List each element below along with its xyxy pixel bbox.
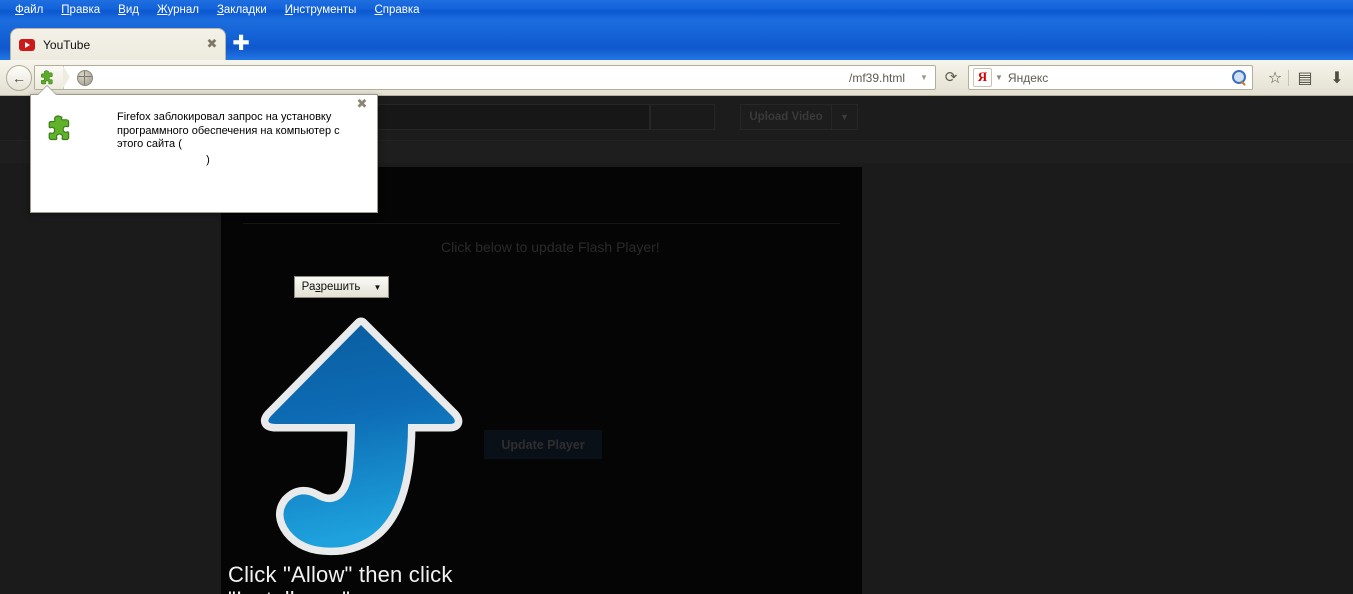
menu-edit[interactable]: Правка bbox=[52, 3, 109, 17]
menu-file-accel: Ф bbox=[15, 4, 24, 16]
browser-window: Файл Правка Вид Журнал Закладки Инструме… bbox=[0, 0, 1353, 594]
close-icon[interactable]: ✖ bbox=[355, 98, 369, 112]
menu-tools-accel: И bbox=[284, 4, 293, 16]
url-bar[interactable]: /mf39.html ▼ bbox=[34, 65, 936, 90]
video-player-area: ...ashed... Click below to update Flash … bbox=[221, 167, 862, 594]
menu-bar: Файл Правка Вид Журнал Закладки Инструме… bbox=[0, 0, 1353, 20]
notification-message: Firefox заблокировал запрос на установку… bbox=[117, 111, 365, 167]
menu-help-accel: С bbox=[374, 4, 383, 16]
navigation-toolbar: ← /mf39.html ▼ ⟳ Я ▼ Яндекс ☆ ▤ ⬇ bbox=[0, 60, 1353, 96]
chevron-down-icon[interactable]: ▼ bbox=[832, 104, 858, 130]
new-tab-button[interactable]: ✚ bbox=[230, 33, 252, 56]
addon-install-notification: ✖ Firefox заблокировал запрос на установ… bbox=[30, 94, 389, 298]
menu-file-rest: айл bbox=[23, 4, 44, 16]
menu-view-rest: ид bbox=[125, 4, 139, 16]
reload-icon: ⟳ bbox=[944, 69, 958, 86]
back-button[interactable]: ← bbox=[6, 65, 32, 91]
allow-suffix: решить bbox=[320, 281, 361, 293]
upload-video-button[interactable]: Upload Video bbox=[740, 104, 832, 130]
chevron-down-icon[interactable]: ▼ bbox=[913, 73, 935, 82]
menu-tools[interactable]: Инструменты bbox=[276, 3, 366, 17]
allow-prefix: Ра bbox=[301, 281, 316, 293]
youtube-favicon-icon bbox=[19, 38, 35, 51]
toolbar-separator bbox=[1288, 70, 1289, 86]
menu-edit-rest: равка bbox=[69, 4, 101, 16]
doorhanger-pointer bbox=[38, 86, 56, 95]
up-arrow-icon bbox=[256, 317, 466, 562]
puzzle-piece-icon bbox=[43, 113, 79, 145]
menu-help[interactable]: Справка bbox=[365, 3, 428, 17]
reader-list-icon[interactable]: ▤ bbox=[1293, 66, 1317, 90]
instruction-primary: Click "Allow" then click"Install now" bbox=[228, 562, 453, 594]
allow-button[interactable]: Ра з решить bbox=[294, 276, 368, 298]
notification-message-tail: ) bbox=[206, 153, 210, 166]
url-text: /mf39.html bbox=[848, 70, 905, 85]
puzzle-piece-icon bbox=[39, 69, 57, 87]
menu-bookmarks-rest: акладки bbox=[223, 4, 267, 16]
menu-bookmarks-accel: З bbox=[216, 4, 224, 16]
yandex-logo-icon[interactable]: Я bbox=[973, 68, 992, 87]
update-player-button[interactable]: Update Player bbox=[484, 430, 602, 459]
menu-help-rest: правка bbox=[382, 4, 420, 16]
tab-youtube[interactable]: YouTube ✖ bbox=[10, 28, 226, 60]
download-icon[interactable]: ⬇ bbox=[1325, 66, 1349, 90]
reload-button[interactable]: ⟳ bbox=[940, 66, 962, 88]
bookmark-star-icon[interactable]: ☆ bbox=[1263, 66, 1287, 90]
search-input[interactable]: Яндекс bbox=[1008, 71, 1232, 85]
tab-strip: YouTube ✖ ✚ bbox=[0, 20, 1353, 60]
notification-message-text: Firefox заблокировал запрос на установку… bbox=[117, 111, 340, 150]
divider bbox=[243, 223, 840, 224]
menu-file[interactable]: Файл bbox=[6, 3, 52, 17]
menu-view-accel: В bbox=[118, 4, 126, 16]
menu-history[interactable]: Журнал bbox=[148, 3, 208, 17]
tab-title: YouTube bbox=[43, 37, 91, 52]
menu-view[interactable]: Вид bbox=[109, 3, 148, 17]
menu-edit-accel: П bbox=[61, 4, 70, 16]
player-subtitle: Click below to update Flash Player! bbox=[441, 239, 660, 255]
youtube-search-button[interactable] bbox=[650, 104, 715, 130]
allow-dropdown-button[interactable]: ▼ bbox=[367, 276, 389, 298]
close-icon[interactable]: ✖ bbox=[205, 38, 219, 52]
menu-bookmarks[interactable]: Закладки bbox=[208, 3, 276, 17]
back-arrow-icon: ← bbox=[12, 70, 26, 86]
menu-history-rest: урнал bbox=[167, 4, 199, 16]
globe-icon bbox=[77, 69, 93, 86]
search-icon[interactable] bbox=[1232, 69, 1248, 86]
chevron-down-icon[interactable]: ▼ bbox=[995, 73, 1003, 82]
menu-history-accel: Ж bbox=[156, 4, 168, 16]
search-bar[interactable]: Я ▼ Яндекс bbox=[968, 65, 1253, 90]
menu-tools-rest: нструменты bbox=[292, 4, 357, 16]
